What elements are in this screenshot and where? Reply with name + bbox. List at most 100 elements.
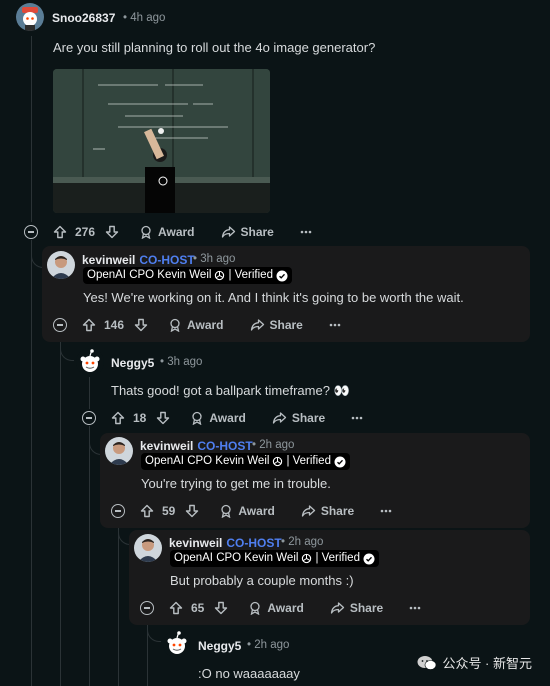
downvote-icon[interactable] [214, 601, 228, 615]
share-label: Share [349, 601, 384, 615]
award-icon [219, 504, 233, 518]
verified-check-icon [276, 270, 288, 282]
award-label: Award [158, 225, 195, 239]
comment-actions: 65 Award Share [169, 598, 421, 618]
award-button[interactable]: Award [139, 225, 195, 239]
more-options-button[interactable] [380, 509, 392, 513]
upvote-icon[interactable] [169, 601, 183, 615]
vote-count: 59 [162, 504, 176, 518]
comment-timestamp: • 3h ago [193, 253, 236, 265]
comment-username[interactable]: kevinweil CO-HOST [82, 253, 195, 267]
vote-group: 65 [169, 601, 228, 615]
share-label: Share [320, 504, 355, 518]
more-horizontal-icon [329, 323, 341, 327]
wechat-icon [417, 655, 437, 671]
upvote-icon[interactable] [82, 318, 96, 332]
collapse-thread-button[interactable] [24, 225, 38, 239]
collapse-thread-button[interactable] [82, 411, 96, 425]
collapse-thread-button[interactable] [53, 318, 67, 332]
comment-body: Thats good! got a ballpark timeframe? 👀 [111, 383, 350, 398]
comment-body: You're trying to get me in trouble. [141, 476, 331, 491]
comment-timestamp: • 3h ago [160, 356, 203, 368]
upvote-icon[interactable] [111, 411, 125, 425]
downvote-icon[interactable] [185, 504, 199, 518]
award-button[interactable]: Award [190, 411, 246, 425]
award-icon [168, 318, 182, 332]
downvote-icon[interactable] [134, 318, 148, 332]
comment-actions: 276 Award Share [53, 222, 312, 242]
cohost-badge: CO-HOST [226, 536, 282, 550]
openai-logo-icon [301, 553, 312, 564]
watermark: 公众号 · 新智元 [417, 653, 532, 672]
comment-username[interactable]: Snoo26837 [52, 11, 115, 25]
comment-time: 4h ago [130, 12, 166, 24]
username-text: kevinweil [82, 253, 136, 267]
thread-curve [147, 628, 161, 642]
comment-body: Yes! We're working on it. And I think it… [83, 290, 464, 305]
thread-line-level2 [89, 377, 90, 409]
award-button[interactable]: Award [168, 318, 224, 332]
award-label: Award [209, 411, 246, 425]
comment-timestamp: • 2h ago [247, 639, 290, 651]
user-flair: OpenAI CPO Kevin Weil | Verified [170, 550, 379, 567]
avatar[interactable] [134, 534, 162, 562]
more-options-button[interactable] [329, 323, 341, 327]
upvote-icon[interactable] [140, 504, 154, 518]
more-options-button[interactable] [409, 606, 421, 610]
comment-username[interactable]: kevinweil CO-HOST [169, 536, 282, 550]
avatar[interactable] [47, 251, 75, 279]
avatar[interactable] [105, 437, 133, 465]
award-icon [190, 411, 204, 425]
vote-count: 65 [191, 601, 205, 615]
share-button[interactable]: Share [330, 601, 383, 615]
flair-text: OpenAI CPO Kevin Weil [174, 552, 299, 564]
comment-body: But probably a couple months :) [170, 573, 354, 588]
share-label: Share [269, 318, 303, 332]
comment-image[interactable] [53, 69, 270, 213]
more-options-button[interactable] [351, 416, 363, 420]
avatar[interactable] [76, 348, 104, 376]
avatar[interactable] [16, 3, 44, 31]
vote-count: 276 [75, 225, 96, 239]
share-icon [221, 225, 236, 239]
more-horizontal-icon [409, 606, 421, 610]
verified-check-icon [334, 456, 346, 468]
more-options-button[interactable] [300, 230, 312, 234]
award-button[interactable]: Award [248, 601, 304, 615]
share-button[interactable]: Share [221, 225, 274, 239]
award-label: Award [238, 504, 275, 518]
share-button[interactable]: Share [301, 504, 354, 518]
watermark-text: 公众号 · 新智元 [442, 656, 532, 671]
collapse-thread-button[interactable] [140, 601, 154, 615]
vote-group: 146 [82, 318, 148, 332]
share-icon [330, 601, 345, 615]
flair-text: OpenAI CPO Kevin Weil [87, 269, 212, 281]
award-icon [139, 225, 153, 239]
thread-line-level1-continue [60, 333, 61, 686]
comment-time: 2h ago [259, 439, 295, 451]
comment-actions: 59 Award Share [140, 501, 392, 521]
share-button[interactable]: Share [250, 318, 303, 332]
share-icon [301, 504, 316, 518]
share-label: Share [291, 411, 326, 425]
comment-body: :O no waaaaaaay [198, 666, 300, 681]
downvote-icon[interactable] [156, 411, 170, 425]
openai-logo-icon [214, 270, 225, 281]
downvote-icon[interactable] [105, 225, 119, 239]
comment-time: 2h ago [288, 536, 324, 548]
thread-curve [60, 347, 74, 361]
avatar[interactable] [163, 630, 191, 658]
collapse-thread-button[interactable] [111, 504, 125, 518]
share-button[interactable]: Share [272, 411, 325, 425]
upvote-icon[interactable] [53, 225, 67, 239]
verified-text: | Verified [315, 552, 360, 564]
flair-text: OpenAI CPO Kevin Weil [145, 455, 270, 467]
comment-username[interactable]: Neggy5 [198, 639, 241, 653]
comment-username[interactable]: Neggy5 [111, 356, 154, 370]
share-icon [272, 411, 287, 425]
vote-group: 59 [140, 504, 199, 518]
comment-time: 2h ago [254, 639, 290, 651]
award-button[interactable]: Award [219, 504, 275, 518]
comment-username[interactable]: kevinweil CO-HOST [140, 439, 253, 453]
verified-text: | Verified [228, 269, 273, 281]
